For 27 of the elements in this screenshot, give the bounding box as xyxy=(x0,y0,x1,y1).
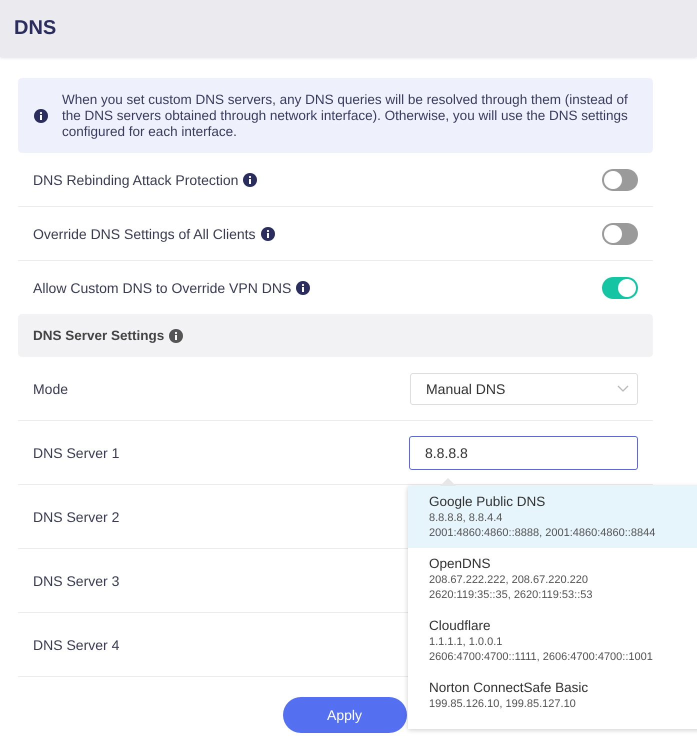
setting-label: Override DNS Settings of All Clients xyxy=(33,226,256,242)
section-title: DNS Server Settings xyxy=(33,328,164,343)
dns-server-input[interactable]: 8.8.8.8 xyxy=(409,436,638,470)
info-icon xyxy=(243,172,258,186)
info-icon xyxy=(169,328,184,342)
field-label: DNS Server 4 xyxy=(33,636,120,652)
toggle-switch[interactable] xyxy=(602,222,638,244)
info-icon xyxy=(296,280,310,294)
dns-suggestion[interactable]: Norton ConnectSafe Basic 199.85.126.10, 199.85.127.10 xyxy=(408,672,697,719)
chevron-down-icon xyxy=(617,384,629,392)
dns-suggestion[interactable]: OpenDNS 208.67.222.222, 208.67.220.220 2620:119:35::35, 2620:119:53::53 xyxy=(408,548,697,610)
field-label: DNS Server 2 xyxy=(33,508,120,524)
field-label: DNS Server 3 xyxy=(33,572,120,588)
dns-suggestion[interactable]: Google Public DNS 8.8.8.8, 8.8.4.4 2001:4860:4860::8888, 2001:4860:4860::8844 xyxy=(408,486,697,548)
mode-select[interactable]: Manual DNS xyxy=(410,372,638,404)
toggle-switch[interactable] xyxy=(602,276,638,298)
field-label: DNS Server 1 xyxy=(33,444,120,460)
toggle-switch[interactable] xyxy=(602,168,638,190)
page-title: DNS xyxy=(14,17,56,40)
apply-button[interactable]: Apply xyxy=(282,697,406,733)
dns-suggestion[interactable]: Cloudflare 1.1.1.1, 1.0.0.1 2606:4700:4700::1111, 2606:4700:4700::1001 xyxy=(408,610,697,672)
field-label: Mode xyxy=(33,380,68,396)
notice-text: When you set custom DNS servers, any DNS queries will be resolved through them (instead of the DNS servers obtained through network interface). Otherwise, you will use the DNS settings configured for each interface. xyxy=(62,92,629,140)
setting-label: Allow Custom DNS to Override VPN DNS xyxy=(33,280,292,296)
setting-label: DNS Rebinding Attack Protection xyxy=(33,172,238,188)
info-icon xyxy=(260,226,275,240)
info-icon xyxy=(34,108,48,122)
